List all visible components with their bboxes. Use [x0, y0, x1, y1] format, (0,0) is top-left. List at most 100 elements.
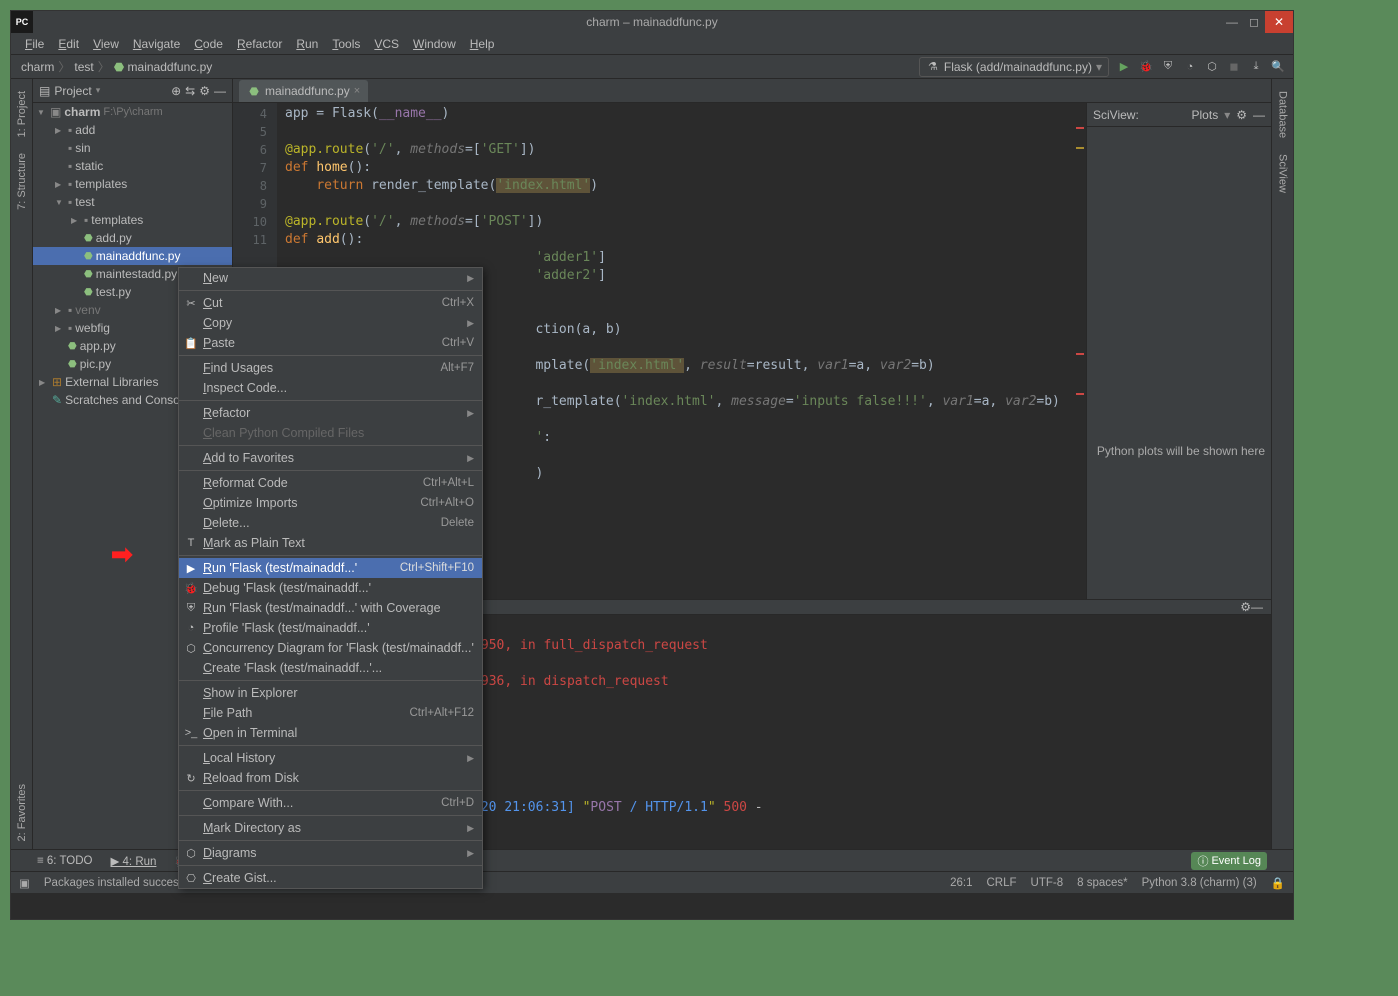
- ctx-item[interactable]: 🐞Debug 'Flask (test/mainaddf...': [179, 578, 482, 598]
- ctx-item[interactable]: Find UsagesAlt+F7: [179, 358, 482, 378]
- minimize-button[interactable]: —: [1221, 11, 1243, 33]
- stop-icon[interactable]: ◼: [1227, 60, 1241, 74]
- ctx-item[interactable]: Clean Python Compiled Files: [179, 423, 482, 443]
- tree-item[interactable]: ▪ static: [33, 157, 232, 175]
- menu-window[interactable]: Window: [407, 35, 462, 53]
- ctx-item[interactable]: Optimize ImportsCtrl+Alt+O: [179, 493, 482, 513]
- ctx-item[interactable]: Create 'Flask (test/mainaddf...'...: [179, 658, 482, 678]
- favorites-toolwindow-button[interactable]: 2: Favorites: [16, 776, 28, 849]
- ctx-item[interactable]: Mark Directory as▶: [179, 818, 482, 838]
- left-tool-gutter: 1: Project 7: Structure 2: Favorites: [11, 79, 33, 849]
- context-menu[interactable]: New▶ ✂CutCtrl+XCopy▶📋PasteCtrl+V Find Usag…: [178, 267, 483, 889]
- tree-item[interactable]: ▪ sin: [33, 139, 232, 157]
- run-config-dropdown[interactable]: ⚗Flask (add/mainaddfunc.py)▾: [919, 57, 1109, 77]
- breadcrumb[interactable]: charm: [19, 60, 56, 74]
- tree-item[interactable]: ▶▪ templates: [33, 175, 232, 193]
- tree-item[interactable]: ▶▪ add: [33, 121, 232, 139]
- toolwindow-button[interactable]: ≡ 6: TODO: [37, 855, 93, 867]
- right-tool-gutter: Database SciView: [1271, 79, 1293, 849]
- menu-navigate[interactable]: Navigate: [127, 35, 186, 53]
- vcs-icon[interactable]: ⤓: [1249, 60, 1263, 74]
- breadcrumb[interactable]: test: [72, 60, 95, 74]
- tree-item[interactable]: ⬣ mainaddfunc.py: [33, 247, 232, 265]
- sciview-placeholder: Python plots will be shown here: [1097, 444, 1265, 458]
- ctx-item[interactable]: ⎔Create Gist...: [179, 868, 482, 888]
- hide-icon[interactable]: —: [214, 84, 226, 98]
- locate-icon[interactable]: ⊕: [171, 84, 181, 98]
- close-button[interactable]: ✕: [1265, 11, 1293, 33]
- concurrency-icon[interactable]: ⬡: [1205, 60, 1219, 74]
- ctx-item[interactable]: ⬡Diagrams▶: [179, 843, 482, 863]
- ctx-item[interactable]: ◔Profile 'Flask (test/mainaddf...': [179, 618, 482, 638]
- ctx-item[interactable]: Local History▶: [179, 748, 482, 768]
- error-stripe[interactable]: [1074, 103, 1086, 599]
- menu-help[interactable]: Help: [464, 35, 501, 53]
- ctx-item[interactable]: Show in Explorer: [179, 683, 482, 703]
- ctx-item[interactable]: ↻Reload from Disk: [179, 768, 482, 788]
- ctx-item[interactable]: Copy▶: [179, 313, 482, 333]
- python-icon: ⬣: [247, 84, 261, 98]
- gear-icon[interactable]: ⚙: [199, 84, 210, 98]
- window-title: charm – mainaddfunc.py: [586, 15, 717, 29]
- sciview-label: SciView:: [1093, 108, 1139, 122]
- tree-item[interactable]: ▼▪ test: [33, 193, 232, 211]
- close-tab-icon[interactable]: ×: [354, 85, 360, 97]
- ctx-item[interactable]: Compare With...Ctrl+D: [179, 793, 482, 813]
- ctx-item[interactable]: Reformat CodeCtrl+Alt+L: [179, 473, 482, 493]
- run-icon[interactable]: ▶: [1117, 60, 1131, 74]
- database-toolwindow-button[interactable]: Database: [1277, 83, 1289, 146]
- debug-icon[interactable]: 🐞: [1139, 60, 1153, 74]
- search-icon[interactable]: 🔍: [1271, 60, 1285, 74]
- ctx-item[interactable]: >_Open in Terminal: [179, 723, 482, 743]
- sciview-panel: SciView: Plots ▾ ⚙ —: [1086, 103, 1271, 599]
- ctx-item[interactable]: TMark as Plain Text: [179, 533, 482, 553]
- ctx-item[interactable]: New▶: [179, 268, 482, 288]
- collapse-icon[interactable]: ⇆: [185, 84, 195, 98]
- gear-icon[interactable]: ⚙: [1240, 600, 1251, 614]
- menu-edit[interactable]: Edit: [52, 35, 85, 53]
- menubar[interactable]: FileEditViewNavigateCodeRefactorRunTools…: [11, 33, 1293, 55]
- dropdown-icon[interactable]: ▾: [1224, 108, 1230, 122]
- ctx-item[interactable]: Delete...Delete: [179, 513, 482, 533]
- app-icon: PC: [11, 11, 33, 33]
- folder-icon: ▤: [39, 84, 50, 98]
- menu-tools[interactable]: Tools: [326, 35, 366, 53]
- ctx-item[interactable]: ▶Run 'Flask (test/mainaddf...'Ctrl+Shift…: [179, 558, 482, 578]
- editor-tab[interactable]: ⬣ mainaddfunc.py ×: [239, 80, 368, 102]
- menu-refactor[interactable]: Refactor: [231, 35, 288, 53]
- ctx-item[interactable]: File PathCtrl+Alt+F12: [179, 703, 482, 723]
- tree-item[interactable]: ⬣ add.py: [33, 229, 232, 247]
- pycharm-window: PC charm – mainaddfunc.py — ◻ ✕ FileEdit…: [10, 10, 1294, 920]
- quick-access-icon[interactable]: ▣: [19, 876, 30, 890]
- menu-file[interactable]: File: [19, 35, 50, 53]
- profile-icon[interactable]: ◔: [1183, 60, 1197, 74]
- titlebar: PC charm – mainaddfunc.py — ◻ ✕: [11, 11, 1293, 33]
- menu-run[interactable]: Run: [290, 35, 324, 53]
- plots-tab[interactable]: Plots: [1192, 108, 1219, 122]
- panel-title[interactable]: Project: [54, 84, 91, 98]
- sciview-toolwindow-button[interactable]: SciView: [1277, 146, 1289, 201]
- lock-icon[interactable]: 🔒: [1271, 876, 1285, 890]
- hide-icon[interactable]: —: [1251, 600, 1263, 614]
- ctx-item[interactable]: Refactor▶: [179, 403, 482, 423]
- structure-toolwindow-button[interactable]: 7: Structure: [16, 145, 28, 218]
- gear-icon[interactable]: ⚙: [1236, 108, 1247, 122]
- ctx-item[interactable]: ⬡Concurrency Diagram for 'Flask (test/ma…: [179, 638, 482, 658]
- menu-view[interactable]: View: [87, 35, 125, 53]
- tree-item[interactable]: ▶▪ templates: [33, 211, 232, 229]
- ctx-item[interactable]: Add to Favorites▶: [179, 448, 482, 468]
- ctx-item[interactable]: ✂CutCtrl+X: [179, 293, 482, 313]
- navigation-bar: charm 〉 test 〉 ⬣ mainaddfunc.py ⚗Flask (…: [11, 55, 1293, 79]
- menu-vcs[interactable]: VCS: [368, 35, 405, 53]
- breadcrumb[interactable]: ⬣ mainaddfunc.py: [112, 60, 215, 74]
- coverage-icon[interactable]: ⛨: [1161, 60, 1175, 74]
- hide-icon[interactable]: —: [1253, 108, 1265, 122]
- ctx-item[interactable]: 📋PasteCtrl+V: [179, 333, 482, 353]
- project-root[interactable]: ▼▣ charm F:\Py\charm: [33, 103, 232, 121]
- ctx-item[interactable]: Inspect Code...: [179, 378, 482, 398]
- project-toolwindow-button[interactable]: 1: Project: [16, 83, 28, 145]
- toolwindow-button[interactable]: ▶ 4: Run: [111, 854, 157, 868]
- menu-code[interactable]: Code: [188, 35, 229, 53]
- ctx-item[interactable]: ⛨Run 'Flask (test/mainaddf...' with Cove…: [179, 598, 482, 618]
- maximize-button[interactable]: ◻: [1243, 11, 1265, 33]
